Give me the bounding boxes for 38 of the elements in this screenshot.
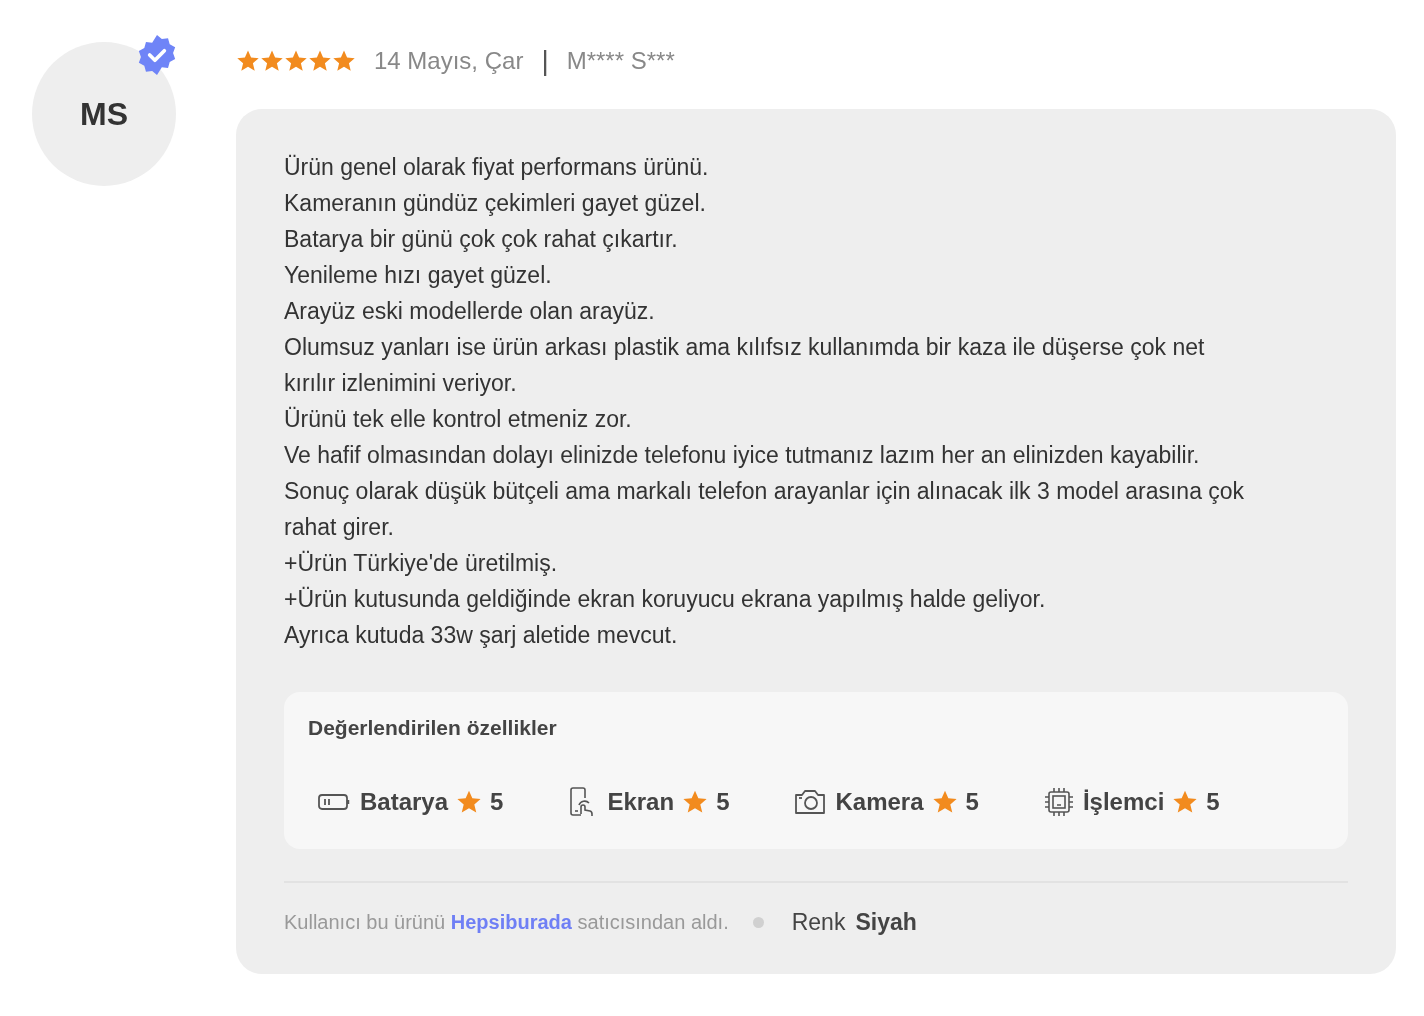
review-text: Arayüz eski modellerde olan arayüz. <box>284 297 656 326</box>
feature-label: Batarya <box>360 786 449 817</box>
star-icon <box>236 49 260 73</box>
review-text: Ve hafif olmasından dolayı elinizde telefonu iyice tutmanız lazım her an elinizden kayabilir. <box>284 441 1201 470</box>
color-value: Siyah <box>855 908 917 937</box>
seller-link[interactable]: Hepsiburada <box>450 911 572 934</box>
camera-icon <box>793 787 828 816</box>
feature-label: Ekran <box>607 786 675 817</box>
feature-label: İşlemci <box>1082 786 1165 817</box>
battery-icon <box>318 791 352 812</box>
review-text: +Ürün Türkiye'de üretilmiş. <box>284 549 559 578</box>
review-text: Ürün genel olarak fiyat performans ürünü. <box>284 153 710 182</box>
chip-icon <box>1042 785 1075 818</box>
review-text: +Ürün kutusunda geldiğinde ekran koruyucu ekrana yapılmış halde geliyor. <box>284 585 1047 614</box>
avatar: MS <box>32 42 176 186</box>
review-text: Ürünü tek elle kontrol etmeniz zor. <box>284 405 633 434</box>
color-label: Renk <box>791 908 846 937</box>
review-text: Batarya bir günü çok çok rahat çıkartır. <box>284 225 679 254</box>
star-icon <box>332 49 356 73</box>
feature-label: Kamera <box>835 786 924 817</box>
features-title: Değerlendirilen özellikler <box>308 715 558 741</box>
star-icon <box>260 49 284 73</box>
review-text: Ayrıca kutuda 33w şarj aletide mevcut. <box>284 621 679 650</box>
star-icon <box>284 49 308 73</box>
author-name: M**** S*** <box>566 46 675 76</box>
feature-score: 5 <box>716 786 730 817</box>
review-text: Sonuç olarak düşük bütçeli ama markalı telefon arayanlar için alınacak ilk 3 model arasına çok rahat girer. <box>284 477 1246 542</box>
dot-separator-icon <box>752 916 764 928</box>
feature-score: 5 <box>490 786 504 817</box>
separator: | <box>541 44 549 78</box>
review-text: Olumsuz yanları ise ürün arkası plastik ama kılıfsız kullanımda bir kaza ile düşerse çok net kırılır izlenimini veriyor. <box>284 333 1206 398</box>
review-date: 14 Mayıs, Çar <box>374 46 524 76</box>
seller-note: Kullanıcı bu ürünü Hepsiburada satıcısından aldı. <box>284 910 729 936</box>
feature-score: 5 <box>965 786 979 817</box>
star-icon <box>308 49 332 73</box>
feature-score: 5 <box>1206 786 1220 817</box>
review-text: Kameranın gündüz çekimleri gayet güzel. <box>284 189 707 218</box>
review-text: Yenileme hızı gayet güzel. <box>284 261 553 290</box>
